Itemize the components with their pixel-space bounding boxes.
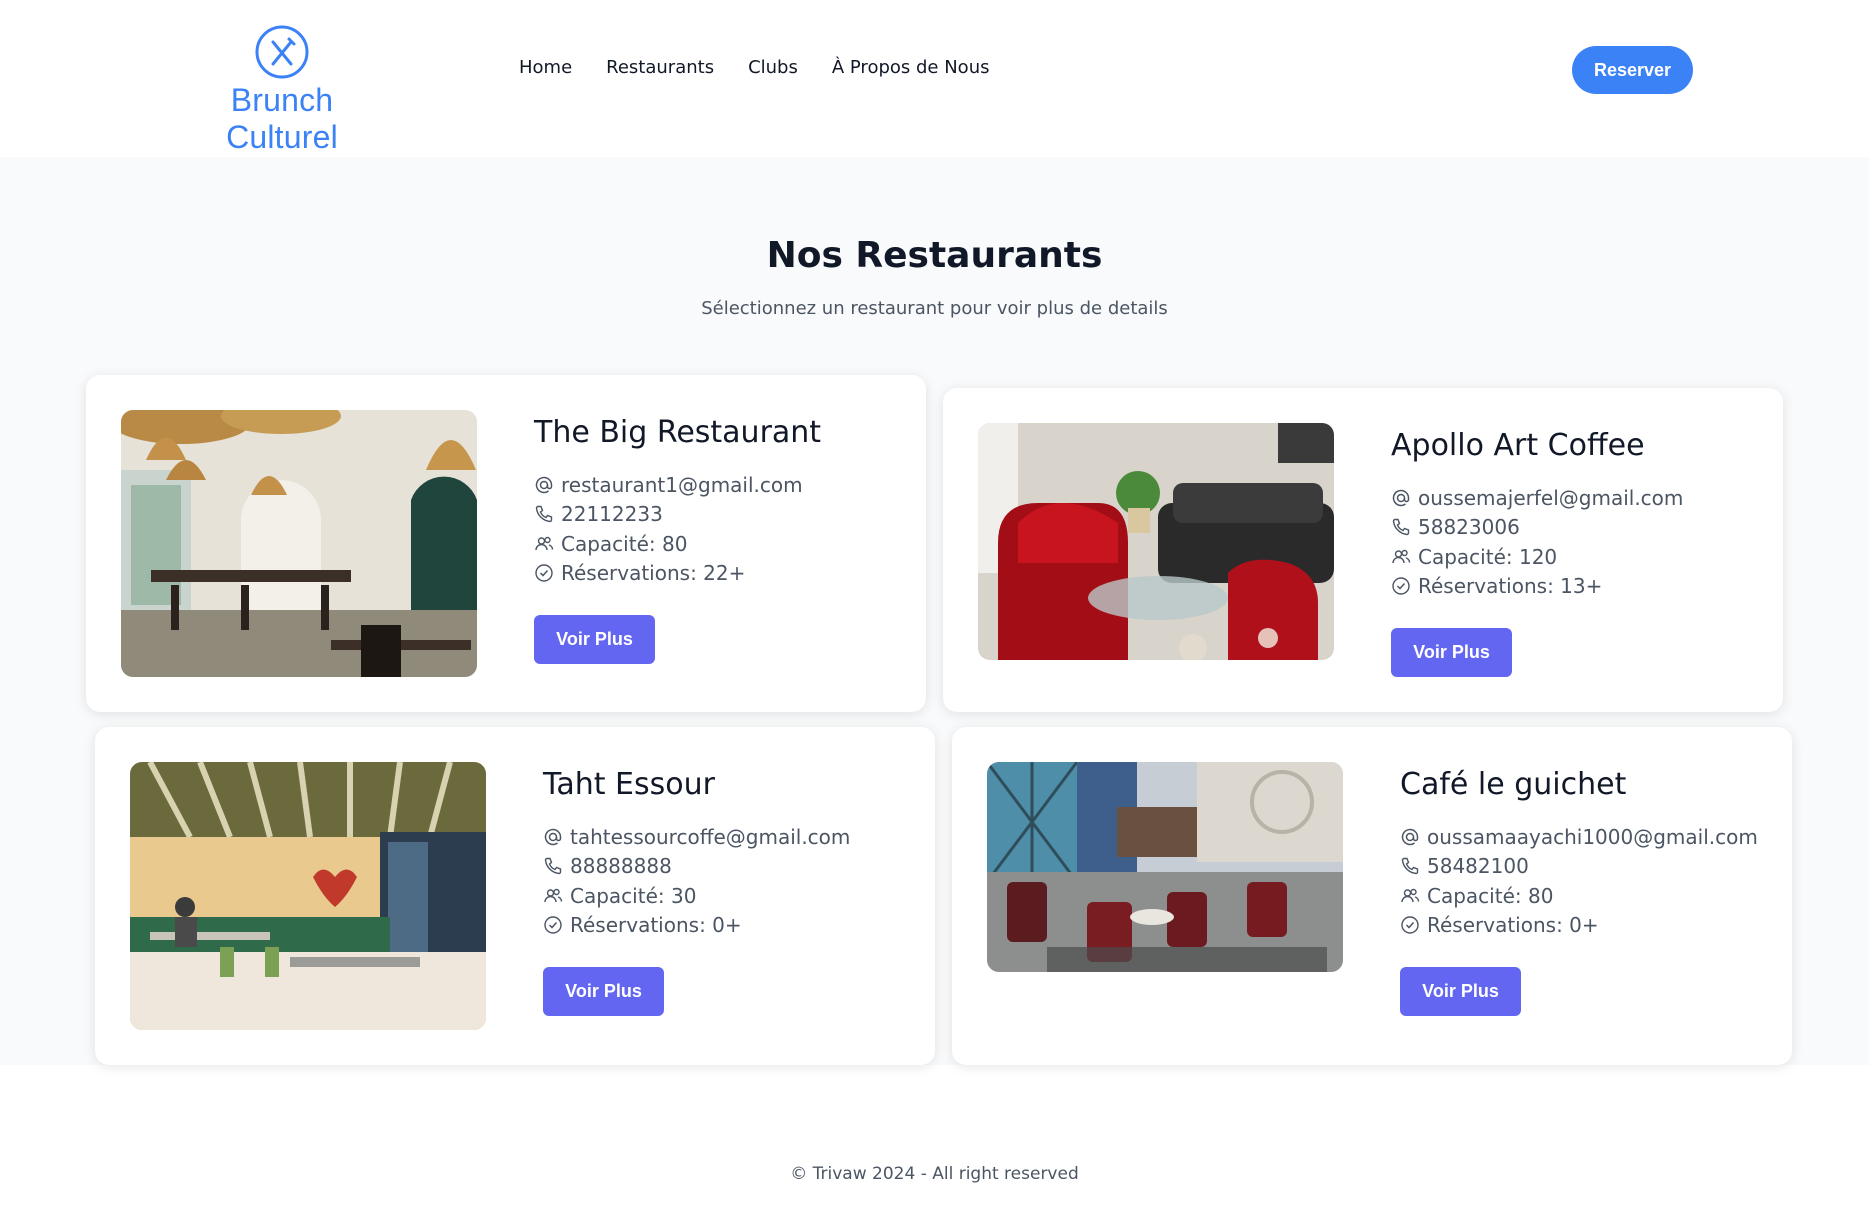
voir-plus-button[interactable]: Voir Plus (1391, 628, 1512, 677)
restaurant-phone: 58482100 (1400, 852, 1770, 882)
brand-logo[interactable]: Brunch Culturel (172, 24, 392, 156)
users-icon (535, 536, 554, 550)
users-icon (1392, 549, 1411, 563)
footer-copyright: © Trivaw 2024 - All right reserved (790, 1164, 1079, 1184)
restaurant-card: Taht Essour tahtessourcoffe@gmail.com 88… (95, 727, 935, 1065)
restaurant-name: Taht Essour (543, 767, 715, 802)
check-circle-icon (544, 916, 562, 934)
fork-knife-icon (255, 25, 309, 79)
restaurant-email: restaurant1@gmail.com (534, 470, 904, 500)
restaurant-card: Apollo Art Coffee oussemajerfel@gmail.co… (943, 388, 1783, 712)
restaurant-capacity: Capacité: 120 (1391, 542, 1761, 572)
page-subtitle: Sélectionnez un restaurant pour voir plu… (701, 298, 1168, 319)
check-circle-icon (1392, 577, 1410, 595)
restaurant-image (121, 410, 477, 677)
restaurant-email: oussemajerfel@gmail.com (1391, 483, 1761, 513)
restaurant-phone: 88888888 (543, 852, 913, 882)
at-icon (535, 476, 553, 493)
restaurant-card: Café le guichet oussamaayachi1000@gmail.… (952, 727, 1792, 1065)
restaurant-reservations: Réservations: 0+ (1400, 911, 1770, 941)
users-icon (544, 888, 563, 902)
nav-home[interactable]: Home (519, 57, 572, 78)
restaurant-email: tahtessourcoffe@gmail.com (543, 822, 913, 852)
voir-plus-button[interactable]: Voir Plus (543, 967, 664, 1016)
reserve-button[interactable]: Reserver (1572, 46, 1693, 94)
restaurant-phone: 58823006 (1391, 513, 1761, 543)
at-icon (1392, 489, 1410, 506)
at-icon (1401, 828, 1419, 845)
phone-icon (535, 506, 553, 523)
restaurant-phone: 22112233 (534, 500, 904, 530)
restaurant-name: Café le guichet (1400, 767, 1627, 802)
restaurant-capacity: Capacité: 30 (543, 881, 913, 911)
restaurant-name: The Big Restaurant (534, 415, 822, 450)
voir-plus-button[interactable]: Voir Plus (1400, 967, 1521, 1016)
check-circle-icon (535, 564, 553, 582)
nav-restaurants[interactable]: Restaurants (606, 57, 714, 78)
brand-name: Brunch Culturel (226, 82, 338, 155)
users-icon (1401, 888, 1420, 902)
phone-icon (544, 858, 562, 875)
restaurant-capacity: Capacité: 80 (534, 529, 904, 559)
restaurant-card: The Big Restaurant restaurant1@gmail.com… (86, 375, 926, 712)
restaurant-image (130, 762, 486, 1030)
main-nav: Home Restaurants Clubs À Propos de Nous (519, 57, 1023, 78)
restaurant-reservations: Réservations: 13+ (1391, 572, 1761, 602)
restaurant-reservations: Réservations: 0+ (543, 911, 913, 941)
restaurant-name: Apollo Art Coffee (1391, 428, 1645, 463)
restaurant-image (978, 423, 1334, 660)
header: Brunch Culturel Home Restaurants Clubs À… (0, 0, 1869, 157)
phone-icon (1401, 858, 1419, 875)
restaurant-image (987, 762, 1343, 972)
main-section: Nos Restaurants Sélectionnez un restaura… (0, 157, 1869, 1065)
check-circle-icon (1401, 916, 1419, 934)
phone-icon (1392, 519, 1410, 536)
voir-plus-button[interactable]: Voir Plus (534, 615, 655, 664)
at-icon (544, 828, 562, 845)
restaurant-capacity: Capacité: 80 (1400, 881, 1770, 911)
page-title: Nos Restaurants (766, 235, 1103, 276)
nav-about[interactable]: À Propos de Nous (832, 57, 990, 78)
restaurant-reservations: Réservations: 22+ (534, 559, 904, 589)
restaurant-email: oussamaayachi1000@gmail.com (1400, 822, 1770, 852)
nav-clubs[interactable]: Clubs (748, 57, 798, 78)
